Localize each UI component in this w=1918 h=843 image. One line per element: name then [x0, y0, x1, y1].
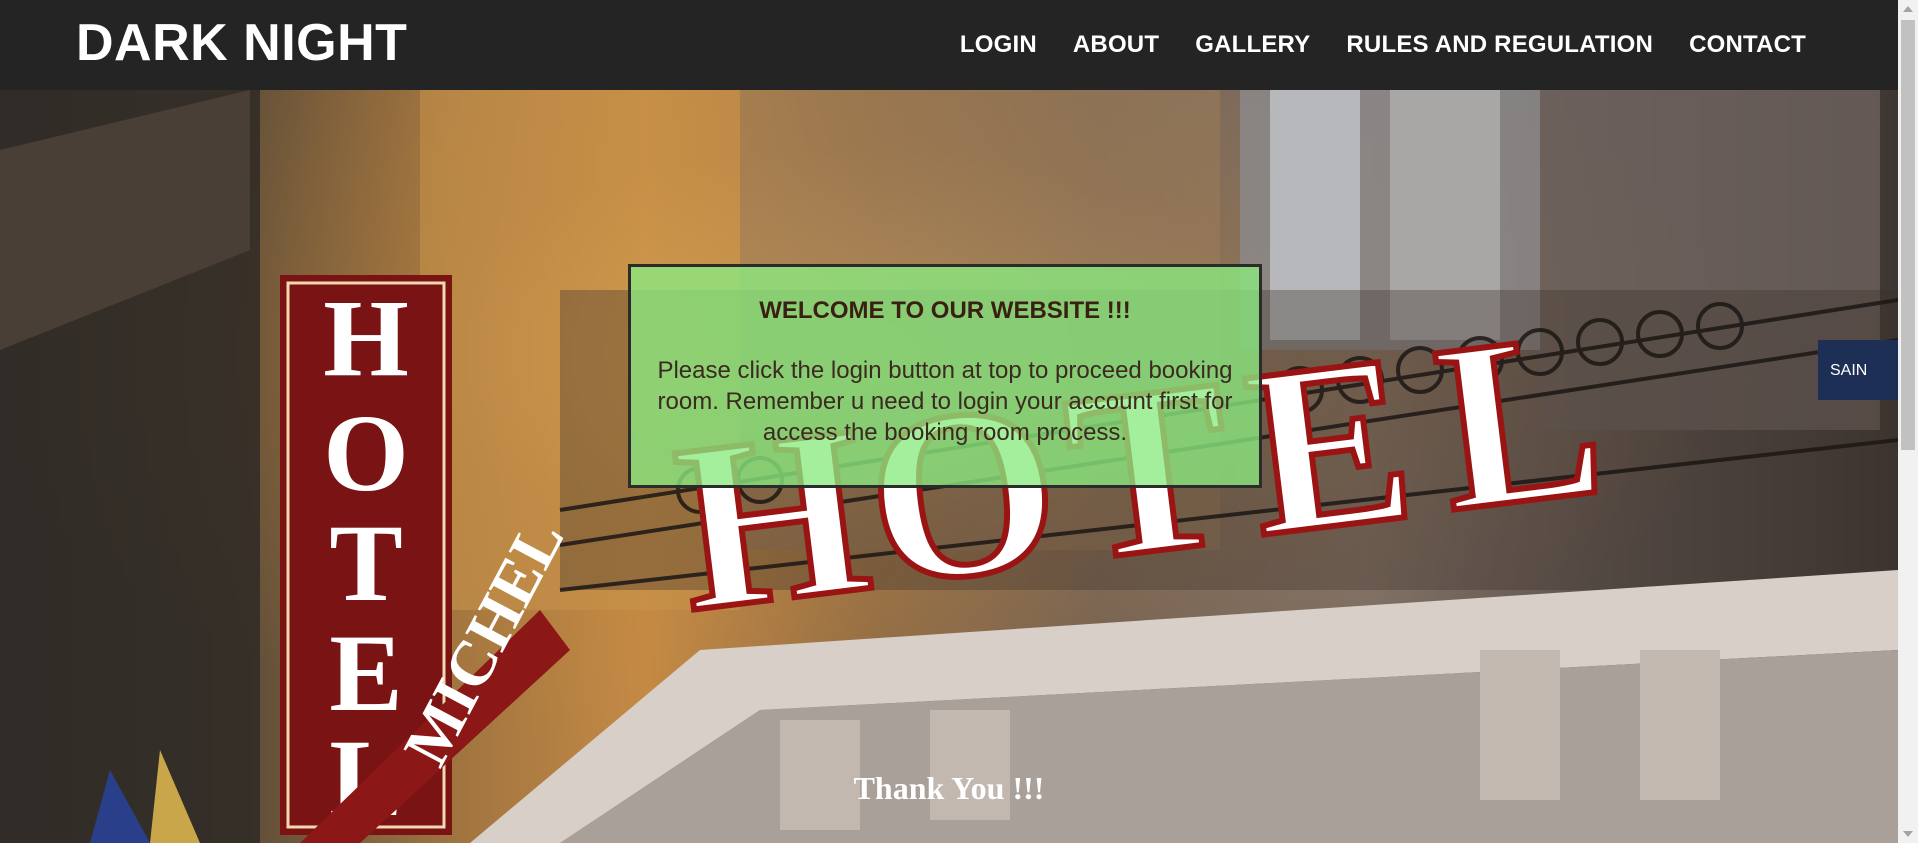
thank-you-text: Thank You !!!	[853, 770, 1045, 806]
welcome-title: WELCOME TO OUR WEBSITE !!!	[759, 297, 1131, 324]
nav-rules-link[interactable]: RULES AND REGULATION	[1346, 31, 1653, 59]
nav-login-link[interactable]: LOGIN	[960, 31, 1037, 59]
site-brand[interactable]: DARK NIGHT	[76, 13, 407, 73]
welcome-message: Please click the login button at top to …	[657, 357, 1233, 446]
vertical-sign-o: O	[323, 392, 409, 514]
vertical-sign-e: E	[329, 612, 402, 734]
main-sign-e: E	[1234, 303, 1425, 587]
scroll-up-arrow-icon[interactable]	[1903, 6, 1913, 12]
vertical-scrollbar[interactable]	[1898, 0, 1918, 843]
scrollbar-thumb[interactable]	[1901, 20, 1915, 450]
scroll-down-arrow-icon[interactable]	[1903, 831, 1913, 837]
nav-contact-link[interactable]: CONTACT	[1689, 31, 1806, 59]
top-navbar: DARK NIGHT LOGIN ABOUT GALLERY RULES AND…	[0, 0, 1898, 90]
page: DARK NIGHT LOGIN ABOUT GALLERY RULES AND…	[0, 0, 1918, 843]
vertical-sign-t: T	[329, 502, 402, 624]
main-nav: LOGIN ABOUT GALLERY RULES AND REGULATION…	[960, 0, 1806, 90]
vertical-sign-h: H	[323, 277, 409, 399]
nav-gallery-link[interactable]: GALLERY	[1195, 31, 1310, 59]
street-sign-text: SAIN	[1830, 362, 1867, 379]
welcome-panel: WELCOME TO OUR WEBSITE !!! Please click …	[628, 264, 1262, 488]
main-sign-l: L	[1424, 278, 1615, 562]
nav-about-link[interactable]: ABOUT	[1073, 31, 1159, 59]
